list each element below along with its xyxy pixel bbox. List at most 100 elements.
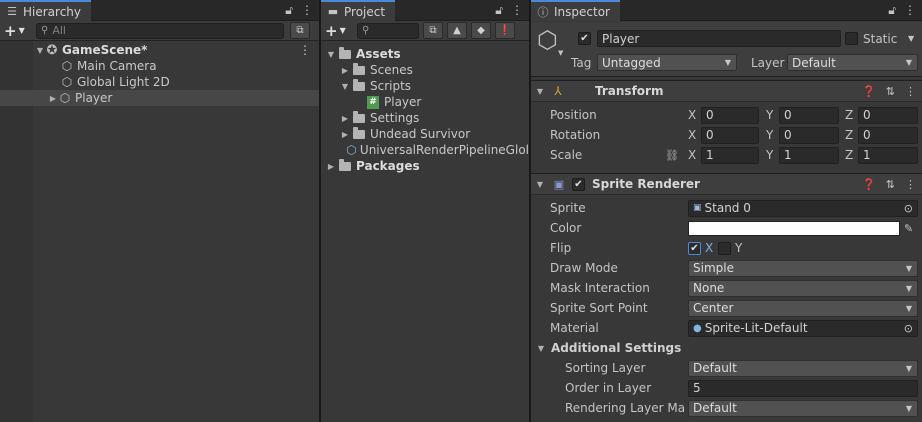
expand-arrow-icon[interactable]: ▼	[326, 50, 336, 59]
flip-x-checkbox[interactable]: ✔	[688, 241, 701, 255]
draw-mode-dropdown[interactable]: Simple ▼	[688, 259, 918, 277]
preset-icon[interactable]: ⇅	[886, 178, 895, 191]
assets-folder-row[interactable]: ▼ Assets	[321, 46, 529, 62]
gameobject-icon[interactable]: ⬡	[537, 28, 558, 52]
search-icon: ⚲	[41, 25, 49, 36]
project-folder-row[interactable]: ▶ Settings	[321, 110, 529, 126]
active-checkbox[interactable]: ✔	[578, 32, 591, 45]
kebab-menu-icon[interactable]: ⋮	[904, 3, 916, 18]
packages-folder-row[interactable]: ▶ Packages	[321, 158, 529, 174]
position-y-input[interactable]: 0	[779, 106, 839, 124]
object-name-input[interactable]: Player	[597, 30, 841, 47]
tag-value: Untagged	[602, 55, 661, 70]
additional-settings-foldout[interactable]: ▼ Additional Settings	[531, 338, 922, 358]
kebab-menu-icon[interactable]: ⋮	[301, 3, 313, 18]
y-axis-label[interactable]: Y	[766, 128, 773, 142]
tag-dropdown[interactable]: Untagged ▼	[597, 54, 737, 71]
collapse-arrow-icon[interactable]: ▼	[535, 87, 545, 96]
project-folder-row[interactable]: ▶ Undead Survivor	[321, 126, 529, 142]
rotation-z-input[interactable]: 0	[858, 126, 918, 144]
rotation-x-input[interactable]: 0	[701, 126, 759, 144]
script-label: Player	[384, 95, 422, 109]
tab-inspector[interactable]: ⓘ Inspector	[531, 0, 620, 21]
preset-icon[interactable]: ⇅	[886, 85, 895, 98]
tab-hierarchy[interactable]: ☰ Hierarchy	[0, 0, 92, 21]
y-axis-label[interactable]: Y	[766, 108, 773, 122]
help-icon[interactable]: ❓	[862, 178, 876, 191]
scene-menu-icon[interactable]: ⋮	[299, 43, 311, 57]
scale-z-input[interactable]: 1	[858, 146, 918, 164]
kebab-menu-icon[interactable]: ⋮	[511, 3, 523, 18]
project-file-row[interactable]: ⬡ UniversalRenderPipelineGlol	[321, 142, 529, 158]
sort-point-dropdown[interactable]: Center ▼	[688, 299, 918, 317]
material-object-field[interactable]: ● Sprite-Lit-Default ⊙	[688, 319, 918, 337]
create-button[interactable]: + ▼	[4, 22, 32, 40]
kebab-menu-icon[interactable]: ⋮	[905, 178, 916, 191]
create-button[interactable]: + ▼	[325, 22, 353, 40]
eyedropper-icon[interactable]: ✎	[904, 222, 913, 235]
search-by-type-button[interactable]: ⧉	[423, 22, 443, 39]
x-axis-label[interactable]: X	[688, 108, 696, 122]
hierarchy-item[interactable]: ⬡ Global Light 2D	[0, 74, 319, 90]
search-by-type-button[interactable]: ⧉	[290, 22, 310, 39]
static-dropdown-icon[interactable]: ▼	[908, 34, 914, 43]
order-in-layer-input[interactable]: 5	[688, 379, 918, 397]
color-swatch[interactable]	[688, 220, 900, 236]
folder-tab-icon: ▬	[327, 5, 339, 18]
hierarchy-item-selected[interactable]: ▶ ⬡ Player	[0, 90, 319, 106]
z-axis-label[interactable]: Z	[845, 148, 853, 162]
layer-dropdown[interactable]: Default ▼	[787, 54, 918, 71]
mask-interaction-dropdown[interactable]: None ▼	[688, 279, 918, 297]
unlinked-scale-icon[interactable]: ⛓	[665, 149, 679, 162]
static-checkbox[interactable]	[845, 32, 858, 45]
rotation-y-input[interactable]: 0	[779, 126, 839, 144]
project-folder-row[interactable]: ▶ Scenes	[321, 62, 529, 78]
position-x-input[interactable]: 0	[701, 106, 759, 124]
expand-arrow-icon[interactable]: ▶	[340, 66, 350, 75]
material-value: Sprite-Lit-Default	[704, 321, 808, 335]
object-picker-icon[interactable]: ⊙	[904, 202, 913, 215]
label-filter-button[interactable]: ◆	[471, 22, 491, 39]
z-axis-label[interactable]: Z	[845, 108, 853, 122]
project-search-input[interactable]: ⚲	[357, 22, 419, 39]
scale-y-input[interactable]: 1	[779, 146, 839, 164]
expand-arrow-icon[interactable]: ▶	[326, 162, 336, 171]
expand-arrow-icon[interactable]: ▼	[35, 46, 45, 55]
sprite-renderer-enabled-checkbox[interactable]: ✔	[572, 177, 585, 191]
sorting-layer-dropdown[interactable]: Default ▼	[688, 359, 918, 377]
chevron-down-icon: ▼	[905, 403, 912, 413]
hierarchy-search-input[interactable]: ⚲ All	[36, 22, 284, 39]
flip-y-checkbox[interactable]	[718, 241, 731, 255]
project-folder-row[interactable]: ▼ Scripts	[321, 78, 529, 94]
warning-toggle-button[interactable]: ❗	[495, 22, 515, 39]
expand-arrow-icon[interactable]: ▶	[48, 94, 58, 103]
help-icon[interactable]: ❓	[862, 85, 876, 98]
hierarchy-panel: ☰ Hierarchy 🔓︎ ⋮ + ▼ ⚲ All ⧉ ▼ ✪ GameScen…	[0, 0, 319, 422]
y-axis-label[interactable]: Y	[766, 148, 773, 162]
lock-icon[interactable]: 🔓︎	[285, 3, 293, 18]
kebab-menu-icon[interactable]: ⋮	[905, 85, 916, 98]
collapse-arrow-icon[interactable]: ▼	[536, 344, 546, 353]
scene-row[interactable]: ▼ ✪ GameScene* ⋮	[0, 42, 319, 58]
project-file-row[interactable]: # Player	[321, 94, 529, 110]
expand-arrow-icon[interactable]: ▶	[340, 114, 350, 123]
expand-arrow-icon[interactable]: ▼	[340, 82, 350, 91]
x-axis-label[interactable]: X	[688, 128, 696, 142]
filter-type-button[interactable]: ▲	[447, 22, 467, 39]
transform-header[interactable]: ▼ ⅄ Transform ❓ ⇅ ⋮	[531, 80, 922, 102]
expand-arrow-icon[interactable]: ▶	[340, 130, 350, 139]
collapse-arrow-icon[interactable]: ▼	[535, 180, 545, 189]
tab-project[interactable]: ▬ Project	[321, 0, 396, 21]
hierarchy-item[interactable]: ⬡ Main Camera	[0, 58, 319, 74]
lock-icon[interactable]: 🔓︎	[888, 3, 896, 18]
sprite-renderer-header[interactable]: ▼ ▣ ✔ Sprite Renderer ❓ ⇅ ⋮	[531, 173, 922, 195]
sprite-object-field[interactable]: ▣ Stand 0 ⊙	[688, 199, 918, 217]
x-axis-label[interactable]: X	[688, 148, 696, 162]
scale-x-input[interactable]: 1	[701, 146, 759, 164]
lock-icon[interactable]: 🔓︎	[495, 3, 503, 18]
rendering-layer-mask-dropdown[interactable]: Default ▼	[688, 399, 918, 417]
position-z-input[interactable]: 0	[858, 106, 918, 124]
z-axis-label[interactable]: Z	[845, 128, 853, 142]
object-picker-icon[interactable]: ⊙	[904, 322, 913, 335]
flip-label: Flip	[550, 241, 572, 255]
